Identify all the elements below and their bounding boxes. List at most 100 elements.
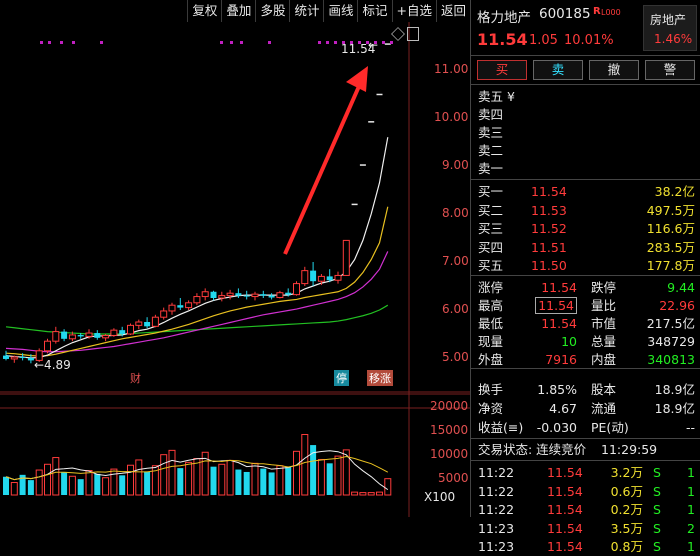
candle-body: [110, 329, 118, 336]
ask-row-3[interactable]: 卖三: [471, 123, 700, 142]
kline-chart-area[interactable]: 复权 叠加 多股 统计 画线 标记 +自选 返回 11.00 10.00 9.0…: [0, 0, 470, 517]
low-price-label: ←4.89: [34, 358, 71, 372]
stat-value: 11.54: [535, 297, 577, 314]
tick-time: 11:22: [478, 502, 515, 517]
toolbar-stats-button[interactable]: 统计: [289, 0, 323, 22]
toolbar-add-watchlist-button[interactable]: +自选: [391, 0, 436, 22]
stock-code: 600185: [539, 6, 591, 22]
event-yizhang-mark[interactable]: 移涨: [367, 370, 393, 386]
finance-label: 收益(≡): [478, 420, 524, 435]
volume-bar: [301, 434, 309, 496]
candle-body: [77, 334, 84, 337]
signal-dot: [390, 41, 393, 44]
toolbar-fuquan-button[interactable]: 复权: [187, 0, 221, 22]
tick-row[interactable]: 11:22 11.54 0.6万 S 1: [471, 482, 700, 501]
volume-bar: [317, 458, 325, 496]
volume-bar: [359, 492, 367, 496]
ma-white-line: [5, 137, 389, 359]
cancel-order-button[interactable]: 撤: [589, 60, 639, 80]
candle-body: [301, 270, 309, 285]
event-ting-mark[interactable]: 停: [334, 370, 349, 386]
finance-label: PE(动): [591, 420, 629, 435]
event-cai-mark[interactable]: 财: [130, 370, 141, 386]
candle-body: [61, 331, 68, 339]
toolbar-back-button[interactable]: 返回: [435, 0, 470, 22]
price-tick-6: 6.00: [442, 302, 469, 316]
volume-bar: [135, 459, 143, 496]
bid-volume: 38.2亿: [654, 184, 695, 199]
bid-row-3[interactable]: 买三 11.52 116.6万: [471, 219, 700, 238]
toolbar-overlay-button[interactable]: 叠加: [221, 0, 255, 22]
volume-bar: [210, 466, 217, 495]
sell-button[interactable]: 卖: [533, 60, 583, 80]
tick-row[interactable]: 11:23 11.54 3.5万 S 2: [471, 519, 700, 538]
ask-row-5[interactable]: 卖五 ¥: [471, 87, 700, 106]
stat-value: 11.54: [541, 316, 577, 331]
signal-dot: [326, 41, 329, 44]
panel-toggle-icon[interactable]: [407, 27, 419, 41]
candle-body: [19, 357, 26, 359]
volume-bar: [85, 470, 93, 496]
tick-volume: 3.5万: [610, 520, 643, 536]
signal-dot: [48, 41, 51, 44]
tick-row[interactable]: 11:22 11.54 3.2万 S 1: [471, 463, 700, 482]
volume-bar: [52, 457, 60, 496]
finance-value: 4.67: [549, 401, 577, 416]
candle-body: [102, 334, 110, 339]
signal-dot: [230, 41, 233, 44]
volume-bar: [326, 463, 333, 495]
volume-tick-20000: 20000: [430, 399, 469, 413]
tick-row[interactable]: 11:22 11.54 0.2万 S 1: [471, 500, 700, 519]
price-tick-10: 10.00: [434, 110, 469, 124]
candle-body: [251, 293, 259, 298]
volume-bar: [235, 469, 242, 495]
finance-value: --: [685, 420, 695, 435]
toolbar-draw-line-button[interactable]: 画线: [323, 0, 357, 22]
finance-value: 18.9亿: [654, 401, 695, 416]
stat-label: 跌停: [591, 280, 617, 295]
ask-row-2[interactable]: 卖二: [471, 141, 700, 160]
candle-body: [144, 322, 151, 327]
volume-bar: [102, 477, 110, 496]
stat-label: 最低: [478, 316, 504, 331]
finance-row-2: 净资 4.67 流通 18.9亿: [471, 399, 700, 418]
volume-bar: [268, 472, 275, 495]
bid-price: 11.52: [531, 221, 567, 236]
toolbar-multi-stock-button[interactable]: 多股: [255, 0, 289, 22]
tick-time: 11:22: [478, 483, 515, 499]
sector-badge[interactable]: 房地产 1.46%: [643, 5, 697, 51]
volume-bar: [226, 459, 234, 496]
stats-row-5: 外盘 7916 内盘 340813: [471, 350, 700, 369]
tick-row[interactable]: 11:23 11.54 0.8万 S 1: [471, 537, 700, 556]
candle-body: [293, 283, 300, 296]
buy-button[interactable]: 买: [477, 60, 527, 80]
volume-tick-5000: 5000: [438, 471, 469, 485]
signal-dot: [318, 41, 321, 44]
bid-row-4[interactable]: 买四 11.51 283.5万: [471, 238, 700, 257]
candle-body: [210, 291, 217, 298]
tick-time: 11:23: [478, 520, 515, 536]
toolbar-mark-button[interactable]: 标记: [357, 0, 391, 22]
volume-bar: [384, 478, 392, 496]
bid-row-5[interactable]: 买五 11.50 177.8万: [471, 256, 700, 275]
tick-count: 1: [687, 483, 695, 499]
candle-body: [185, 302, 193, 309]
alert-button[interactable]: 警: [645, 60, 695, 80]
current-price: 11.54: [477, 30, 528, 49]
signal-dot: [220, 41, 223, 44]
candle-body: [52, 331, 60, 342]
finance-row-1: 换手 1.85% 股本 18.9亿: [471, 380, 700, 399]
candle-body: [260, 294, 267, 296]
bid-row-2[interactable]: 买二 11.53 497.5万: [471, 201, 700, 220]
candle-body: [226, 292, 234, 297]
stat-label: 量比: [591, 298, 617, 313]
volume-bar: [367, 492, 375, 496]
volume-bar: [27, 480, 34, 495]
signal-dot: [72, 41, 75, 44]
candle-body: [235, 293, 242, 296]
candle-body: [268, 295, 275, 298]
ask-row-1[interactable]: 卖一: [471, 159, 700, 178]
bid-row-1[interactable]: 买一 11.54 38.2亿: [471, 182, 700, 201]
ask-row-4[interactable]: 卖四: [471, 105, 700, 124]
candle-body: [310, 270, 317, 282]
